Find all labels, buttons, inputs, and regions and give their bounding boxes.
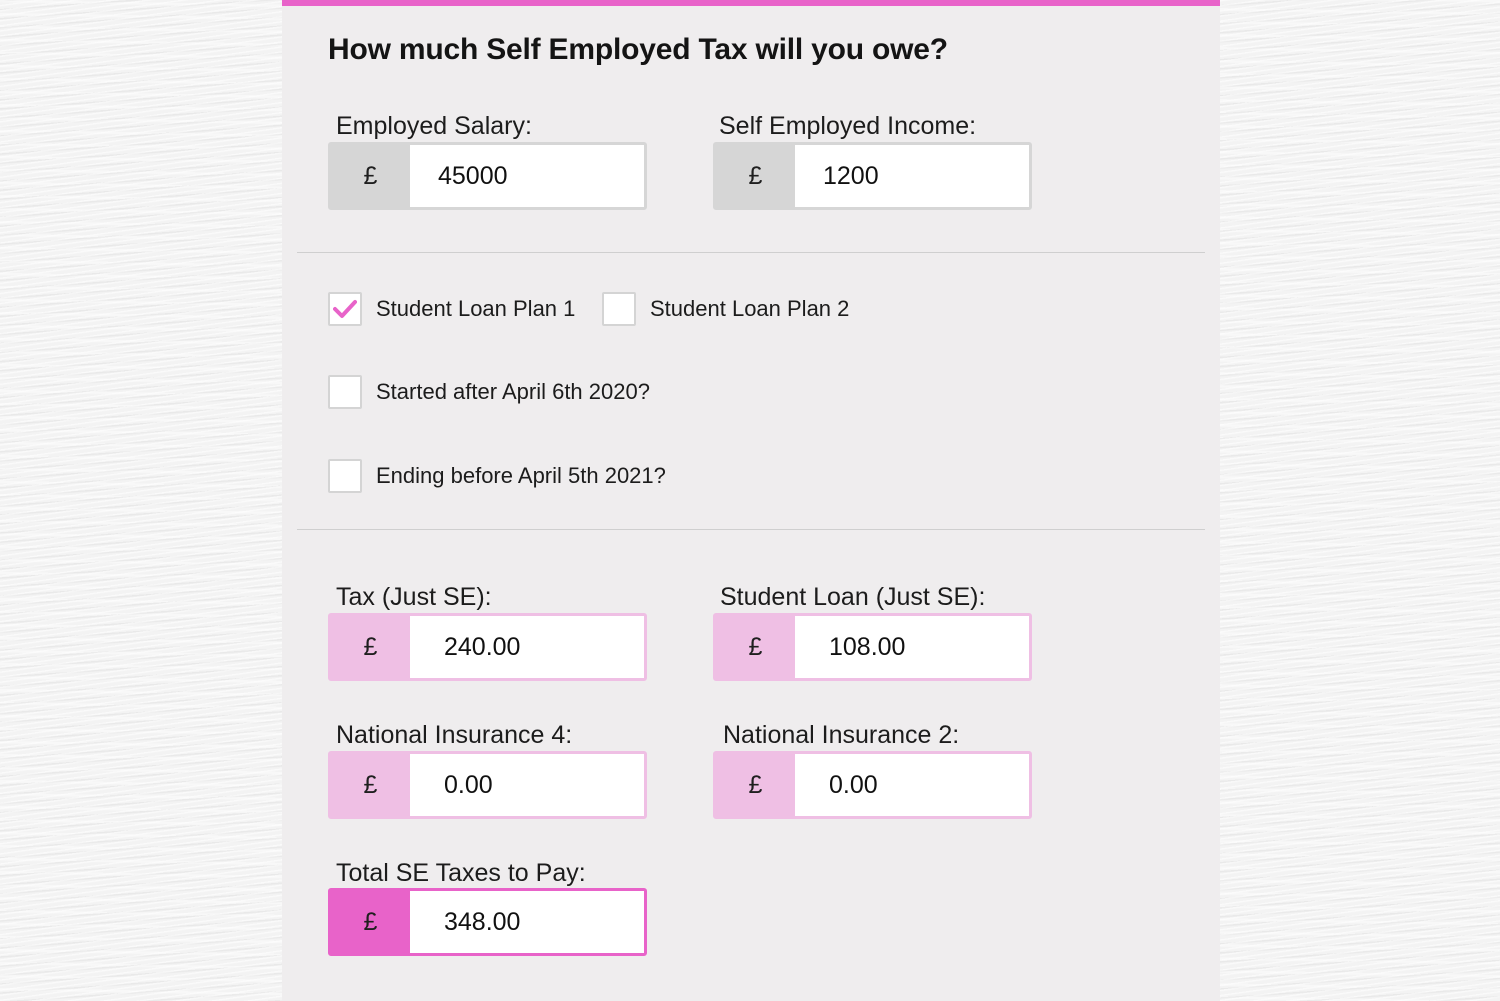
currency-prefix: £ [716,145,795,207]
started-after-option[interactable]: Started after April 6th 2020? [328,375,650,409]
employed-salary-field: £ [328,142,647,210]
student-loan-plan-1-option[interactable]: Student Loan Plan 1 [328,292,575,326]
tax-just-se-value: 240.00 [410,616,644,678]
student-loan-plan-1-checkbox[interactable] [328,292,362,326]
ending-before-label: Ending before April 5th 2021? [376,463,666,488]
total-se-taxes-value: 348.00 [410,891,644,953]
national-insurance-4-value: 0.00 [410,754,644,816]
tax-just-se-label: Tax (Just SE): [336,583,492,611]
calculator-panel: How much Self Employed Tax will you owe?… [282,0,1220,1001]
self-employed-income-label: Self Employed Income: [719,112,977,140]
tax-just-se-field: £ 240.00 [328,613,647,681]
national-insurance-4-field: £ 0.00 [328,751,647,819]
check-icon [333,300,357,318]
total-se-taxes-label: Total SE Taxes to Pay: [336,859,586,887]
currency-prefix: £ [331,145,410,207]
student-loan-plan-1-label: Student Loan Plan 1 [376,296,576,321]
section-divider [297,529,1205,530]
national-insurance-2-label: National Insurance 2: [723,721,960,749]
ending-before-checkbox[interactable] [328,459,362,493]
employed-salary-label: Employed Salary: [336,112,532,140]
student-loan-plan-2-option[interactable]: Student Loan Plan 2 [602,292,849,326]
employed-salary-input[interactable] [410,145,644,207]
student-loan-just-se-field: £ 108.00 [713,613,1032,681]
national-insurance-2-value: 0.00 [795,754,1029,816]
currency-prefix: £ [716,616,795,678]
page-title: How much Self Employed Tax will you owe? [328,33,948,66]
currency-prefix: £ [331,891,410,953]
student-loan-just-se-label: Student Loan (Just SE): [720,583,986,611]
national-insurance-2-field: £ 0.00 [713,751,1032,819]
national-insurance-4-label: National Insurance 4: [336,721,573,749]
started-after-checkbox[interactable] [328,375,362,409]
student-loan-plan-2-label: Student Loan Plan 2 [650,296,850,321]
started-after-label: Started after April 6th 2020? [376,379,650,404]
student-loan-plan-2-checkbox[interactable] [602,292,636,326]
section-divider [297,252,1205,253]
total-se-taxes-field: £ 348.00 [328,888,647,956]
currency-prefix: £ [716,754,795,816]
ending-before-option[interactable]: Ending before April 5th 2021? [328,459,666,493]
self-employed-income-input[interactable] [795,145,1029,207]
student-loan-just-se-value: 108.00 [795,616,1029,678]
currency-prefix: £ [331,616,410,678]
self-employed-income-field: £ [713,142,1032,210]
currency-prefix: £ [331,754,410,816]
